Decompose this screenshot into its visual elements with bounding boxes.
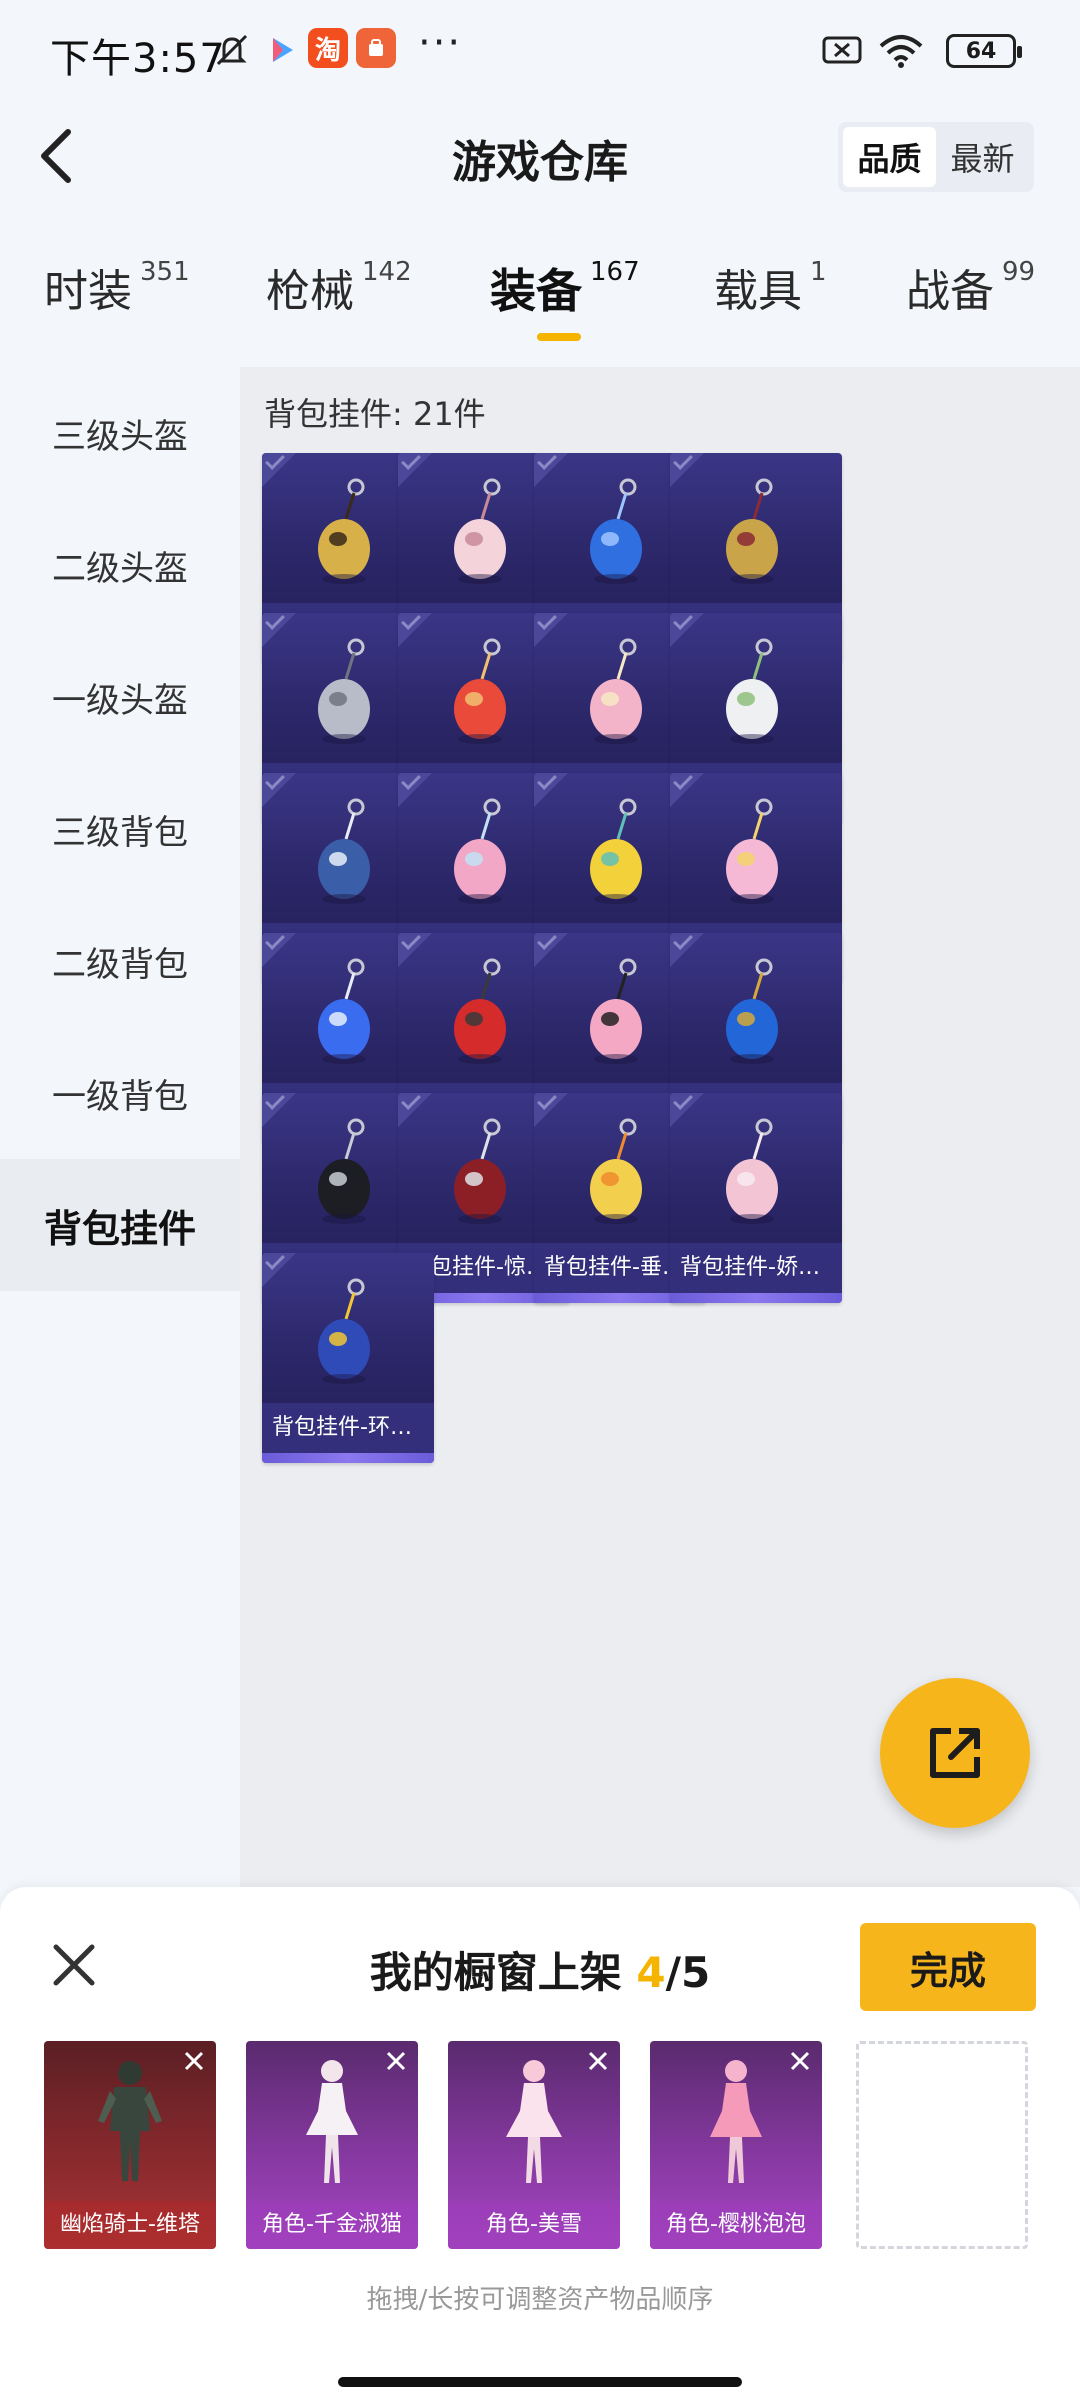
blue-gem-wing-charm-icon (726, 958, 778, 1064)
tab-vehicles[interactable]: 载具 1 (714, 255, 827, 319)
store-icon (356, 28, 396, 68)
pink-flower-charm-icon (590, 638, 642, 744)
tassel-charm-icon (454, 1118, 506, 1224)
character-figure-icon (506, 2060, 562, 2183)
tab-fashion[interactable]: 时装 351 (44, 255, 190, 319)
pink-bag-charm-icon (726, 1118, 778, 1224)
pink-stick-charm-icon (454, 798, 506, 904)
duck-charm-icon (590, 1118, 642, 1224)
showcase-title: 我的橱窗上架 4/5 (369, 1948, 711, 1997)
item-card[interactable]: 背包挂件-环… (262, 1253, 434, 1463)
knight-figure-icon (98, 2061, 162, 2181)
no-sim-icon (822, 36, 862, 64)
item-label: 背包挂件-环… (262, 1403, 434, 1453)
active-tab-indicator (537, 333, 581, 341)
showcase-slot[interactable]: 角色-樱桃泡泡 (650, 2041, 822, 2249)
home-indicator[interactable] (338, 2377, 742, 2387)
showcase-count: 4 (636, 1948, 666, 1997)
empty-showcase-slot[interactable] (856, 2041, 1028, 2249)
robot-charm-icon (318, 798, 370, 904)
tab-equipment[interactable]: 装备 167 (490, 255, 640, 321)
golden-hook-charm-icon (318, 478, 370, 584)
remove-icon[interactable] (786, 2047, 814, 2075)
mute-bell-icon (216, 34, 248, 66)
reorder-hint: 拖拽/长按可调整资产物品顺序 (366, 2285, 714, 2315)
sidebar-item-backpack-2[interactable]: 二级背包 (0, 895, 240, 1027)
sort-by-quality[interactable]: 品质 (843, 127, 936, 187)
character-figure-icon (710, 2060, 762, 2183)
external-link-icon (930, 1728, 980, 1778)
character-figure-icon (306, 2060, 358, 2183)
item-card[interactable]: 背包挂件-娇… (670, 1093, 842, 1303)
showcase-slot-label: 角色-美雪 (448, 2201, 620, 2249)
page-title: 游戏仓库 (452, 137, 628, 188)
battery-icon: 64 (946, 34, 1022, 68)
sort-by-newest[interactable]: 最新 (936, 127, 1029, 187)
category-tabs: 时装 351 枪械 142 装备 167 载具 1 战备 99 (0, 255, 1080, 355)
tab-weapons[interactable]: 枪械 142 (266, 255, 412, 319)
taobao-icon: 淘 (308, 28, 348, 68)
red-knot-charm-icon (454, 958, 506, 1064)
share-button[interactable] (880, 1678, 1030, 1828)
sidebar-item-helmet-1[interactable]: 一级头盔 (0, 631, 240, 763)
wifi-icon (879, 35, 923, 68)
status-bar: 下午3:57 淘 ··· 64 (0, 0, 1080, 100)
sidebar-item-helmet-2[interactable]: 二级头盔 (0, 499, 240, 631)
close-icon[interactable] (44, 1935, 104, 1995)
section-title: 背包挂件: 21件 (264, 395, 486, 433)
showcase-slot[interactable]: 角色-美雪 (448, 2041, 620, 2249)
swallow-charm-icon (726, 478, 778, 584)
showcase-slot-label: 角色-千金淑猫 (246, 2201, 418, 2249)
black-blade-charm-icon (318, 1118, 370, 1224)
sidebar-item-helmet-3[interactable]: 三级头盔 (0, 367, 240, 499)
status-time: 下午3:57 (50, 36, 226, 82)
sidebar-item-backpack-charm[interactable]: 背包挂件 (0, 1159, 240, 1291)
showcase-slot[interactable]: 幽焰骑士-维塔 (44, 2041, 216, 2249)
remove-icon[interactable] (584, 2047, 612, 2075)
sort-toggle[interactable]: 品质 最新 (838, 122, 1034, 192)
sidebar-item-backpack-1[interactable]: 一级背包 (0, 1027, 240, 1159)
pink-disc-charm-icon (590, 958, 642, 1064)
showcase-slot-label: 幽焰骑士-维塔 (44, 2201, 216, 2249)
tab-supplies[interactable]: 战备 99 (906, 255, 1035, 319)
showcase-sheet: 我的橱窗上架 4/5 完成 幽焰骑士-维塔 角色-千金淑猫 角色-美雪 角色-樱… (0, 1887, 1080, 2400)
item-label: 背包挂件-娇… (670, 1243, 842, 1293)
chevron-left-icon (41, 129, 71, 183)
item-list-panel: 背包挂件: 21件 背包挂件- 金…背包挂件-巳…背包挂件-鬼刀背包挂件-燕…背… (240, 367, 1080, 1887)
candy-gourd-charm-icon (454, 638, 506, 744)
winged-heart-charm-icon (318, 958, 370, 1064)
remove-icon[interactable] (180, 2047, 208, 2075)
bunny-charm-icon (726, 638, 778, 744)
subcategory-sidebar: 三级头盔 二级头盔 一级头盔 三级背包 二级背包 一级背包 背包挂件 (0, 367, 240, 1291)
remove-icon[interactable] (382, 2047, 410, 2075)
more-dots-icon: ··· (418, 20, 463, 66)
pink-cat-charm-icon (454, 478, 506, 584)
done-button[interactable]: 完成 (860, 1923, 1036, 2011)
magic-wand-charm-icon (726, 798, 778, 904)
showcase-slot-label: 角色-樱桃泡泡 (650, 2201, 822, 2249)
yellow-opener-charm-icon (590, 798, 642, 904)
blue-crystal-charm-icon (590, 478, 642, 584)
showcase-slot[interactable]: 角色-千金淑猫 (246, 2041, 418, 2249)
sidebar-item-backpack-3[interactable]: 三级背包 (0, 763, 240, 895)
winged-emblem-charm-icon (318, 638, 370, 744)
shield-tag-charm-icon (318, 1278, 370, 1384)
play-icon (273, 38, 293, 62)
back-button[interactable] (26, 120, 86, 192)
showcase-total: /5 (665, 1948, 711, 1997)
